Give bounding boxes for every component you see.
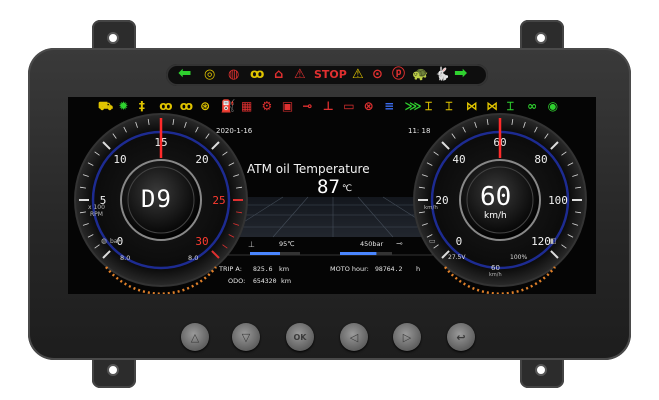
back-button[interactable]: ↩: [447, 323, 475, 351]
engine-check-icon: ⌂: [274, 67, 284, 82]
tach-bar-label: bar: [110, 238, 120, 245]
voltage-readout: 27.5V: [448, 254, 466, 261]
coolant-temp-icon: ⊥: [248, 240, 255, 249]
bottom-speed-unit: km/h: [489, 272, 502, 278]
tach-bar-icon: ◍: [101, 237, 108, 245]
right-button[interactable]: ▷: [393, 323, 421, 351]
tach-unit-line1: x 100: [88, 204, 105, 211]
top-indicator-strip: ⬅ ◎ ◍ ꝏ ⌂ ⚠ STOP ⚠ ⊙ ⓟ 🐢 🐇 ➡: [166, 64, 488, 86]
center-floor-grid: [227, 196, 439, 238]
coolant-readout: 95℃: [279, 240, 295, 248]
tach-scale-label: 25: [212, 194, 225, 207]
tach-gear-readout: D9: [141, 185, 172, 213]
odo-label: ODO:: [228, 277, 246, 285]
odo-unit: km: [281, 277, 292, 285]
speedo-scale-label: 0: [456, 235, 463, 248]
back-icon: ↩: [456, 330, 466, 344]
moto-hour-label: MOTO hour:: [330, 265, 369, 273]
turn-right-arrow-icon: ➡: [454, 63, 468, 82]
brake-circle-icon: ⊙: [372, 67, 383, 82]
trip-value: 825.6: [253, 265, 273, 273]
message-value: 87: [317, 176, 340, 198]
parking-brake-icon: ◎: [204, 67, 216, 82]
stop-text: STOP: [314, 68, 347, 81]
mount-hole: [535, 32, 547, 44]
pressure-icon: ◍: [228, 67, 240, 82]
oil-can-icon: ⊸: [396, 239, 403, 248]
parking-circle-icon: ⓟ: [392, 67, 406, 82]
tach-scale-label: 10: [113, 153, 126, 166]
oil-pressure-readout: 450bar: [360, 240, 384, 248]
glow-plug-icon: ꝏ: [250, 67, 265, 82]
tach-scale-label: 20: [195, 153, 208, 166]
caution-icon: ⚠: [352, 67, 364, 82]
speed-unit: km/h: [484, 211, 507, 221]
trip-unit: km: [279, 265, 290, 273]
ok-button[interactable]: OK: [286, 323, 314, 351]
odo-value: 654320: [253, 277, 277, 285]
mount-hole: [107, 32, 119, 44]
mount-hole: [107, 364, 119, 376]
message-title: ATM oil Temperature: [247, 162, 370, 176]
tach-scale-label: 30: [195, 235, 208, 248]
trip-label: TRIP A:: [219, 265, 242, 273]
rabbit-icon: 🐇: [434, 67, 451, 82]
ok-icon: OK: [293, 332, 307, 342]
speedo-scale-label: 80: [534, 153, 547, 166]
battery-icon: ▭: [429, 237, 436, 245]
up-icon: △: [190, 330, 200, 344]
moto-hour-unit: h: [416, 265, 421, 273]
slow-turtle-icon: 🐢: [412, 67, 429, 82]
tach-unit-line2: RPM: [90, 211, 103, 218]
down-button[interactable]: ▽: [232, 323, 260, 351]
speed-small-unit: km/h: [424, 205, 438, 211]
down-icon: ▽: [241, 330, 251, 344]
left-icon: ◁: [349, 330, 359, 344]
up-button[interactable]: △: [181, 323, 209, 351]
right-icon: ▷: [402, 330, 412, 344]
bottom-speed-value: 60: [491, 264, 500, 272]
turn-left-arrow-icon: ⬅: [178, 63, 192, 82]
tach-left-value: 8.0: [120, 254, 131, 262]
fuel-small-icon: ◧: [550, 237, 557, 245]
mount-hole: [535, 364, 547, 376]
lcd-screen: ⛟ ✹ ‡ ꝏ ꝏ ⊛ ⛽ ▦ ⚙ ▣ ⊸ ⊥ ▭ ⊗ ≡ ⋙ ⌶ ⌶ ⋈ ⋈ ⌶ ∞ ◉: [68, 97, 596, 294]
speedo-scale-label: 120: [531, 235, 551, 248]
coolant-bar-fill: [250, 252, 280, 255]
speed-readout: 60: [480, 182, 512, 212]
speedo-scale-label: 40: [452, 153, 465, 166]
moto-hour-value: 98764.2: [375, 265, 403, 273]
speedo-scale-label: 100: [548, 194, 568, 207]
left-button[interactable]: ◁: [340, 323, 368, 351]
message-unit: ℃: [342, 184, 353, 194]
oil-bar-fill: [340, 252, 377, 255]
warning-triangle-icon: ⚠: [294, 67, 306, 82]
date-readout: 2020-1-16: [216, 127, 253, 135]
percent-readout: 100%: [510, 254, 528, 261]
tach-right-value: 8.0: [188, 254, 199, 262]
time-readout: 11: 18: [408, 127, 431, 135]
